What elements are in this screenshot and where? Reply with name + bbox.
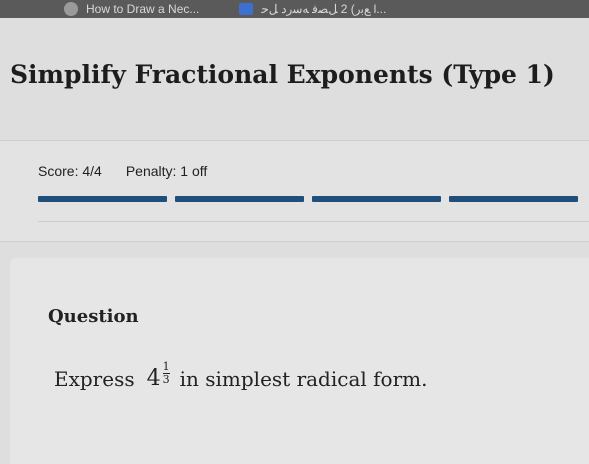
progress-bar	[38, 196, 578, 202]
browser-tab-bar: How to Draw a Nec... ...l ﻊﺑﺭ) 2 ﻞﺼﻓ ﻪﺳﺭ…	[0, 0, 589, 18]
question-text: Express 4 1 3 in simplest radical form.	[54, 361, 428, 391]
progress-segment	[175, 196, 304, 202]
tab-title-1[interactable]: How to Draw a Nec...	[86, 2, 199, 16]
divider	[38, 221, 589, 222]
progress-segment	[38, 196, 167, 202]
penalty-text: Penalty: 1 off	[125, 163, 208, 179]
question-prefix: Express	[54, 366, 135, 391]
math-expression: 4 1 3	[146, 361, 170, 391]
progress-segment	[449, 196, 578, 202]
score-panel: Score: 4/4 Penalty: 1 off	[0, 140, 589, 242]
exponent-denominator: 3	[162, 373, 170, 386]
fractional-exponent: 1 3	[162, 360, 170, 386]
tab-doc-icon	[239, 3, 254, 15]
progress-segment	[312, 196, 441, 202]
question-card: Question Express 4 1 3 in simplest radic…	[10, 258, 589, 464]
exponent-numerator: 1	[162, 360, 170, 373]
score-text: Score: 4/4	[38, 163, 102, 179]
tab-favicon-icon	[64, 2, 78, 16]
question-label: Question	[48, 306, 139, 327]
page-title: Simplify Fractional Exponents (Type 1)	[10, 60, 555, 89]
tab-title-2[interactable]: ...l ﻊﺑﺭ) 2 ﻞﺼﻓ ﻪﺳﺭﺩ ﻞﺣ	[261, 2, 386, 16]
question-suffix: in simplest radical form.	[179, 366, 428, 391]
score-row: Score: 4/4 Penalty: 1 off	[38, 163, 207, 179]
exponent-base: 4	[146, 366, 161, 391]
